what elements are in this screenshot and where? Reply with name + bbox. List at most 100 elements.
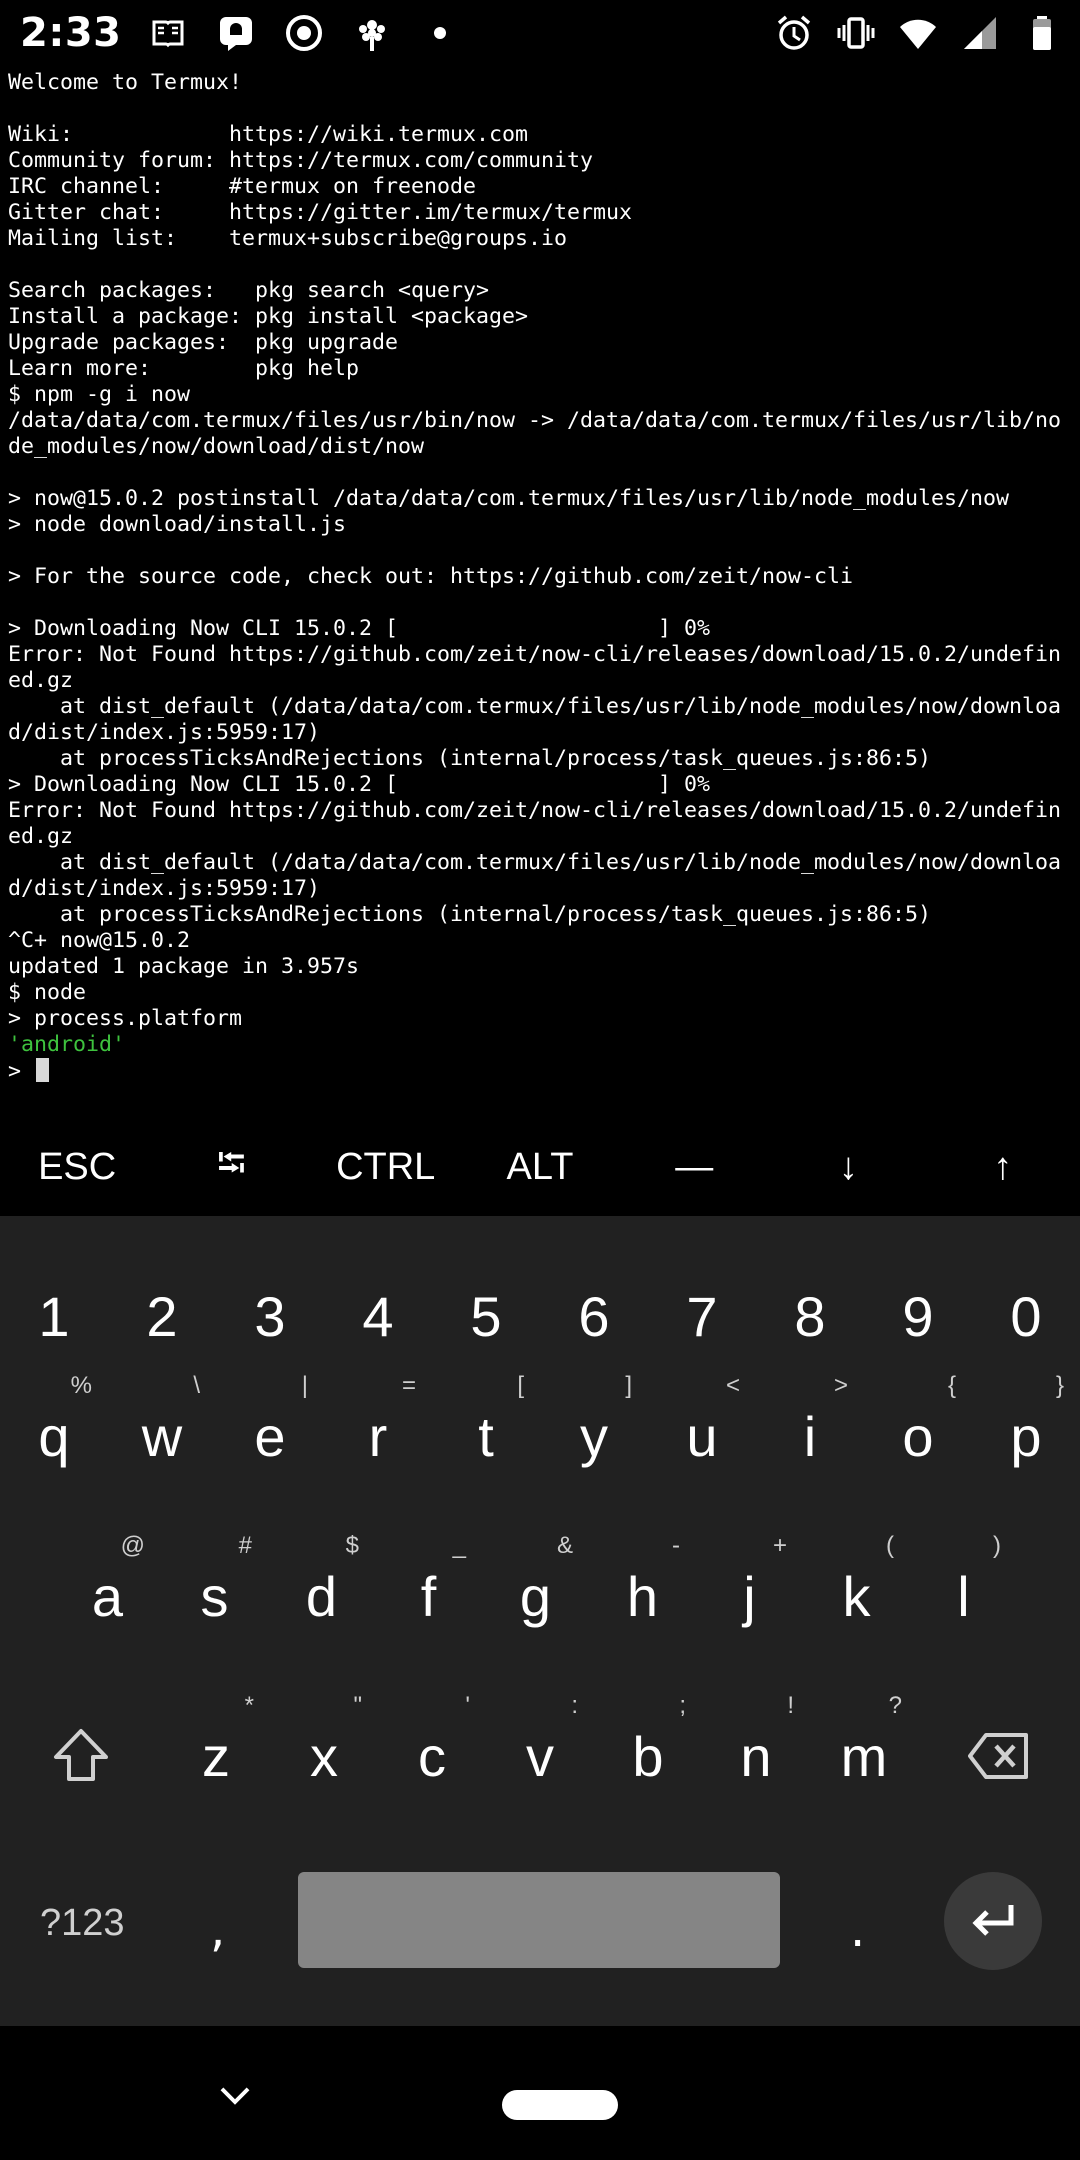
key-hint: ! (787, 1692, 794, 1719)
key-d[interactable]: $ d (268, 1526, 375, 1666)
status-time: 2:33 (20, 10, 122, 56)
key-c[interactable]: ' c (378, 1686, 486, 1826)
key-x[interactable]: " x (270, 1686, 378, 1826)
key-p[interactable]: } p (972, 1366, 1080, 1506)
number-row: 1 2 3 4 5 6 7 8 9 0 (0, 1256, 1080, 1376)
terminal-line: IRC channel: #termux on freenode (8, 174, 477, 199)
key-a[interactable]: @ a (54, 1526, 161, 1666)
terminal-line: at dist_default (/data/data/com.termux/f… (8, 694, 1062, 719)
down-arrow-key[interactable]: ↓ (771, 1146, 925, 1189)
alt-key[interactable]: ALT (463, 1146, 617, 1189)
terminal-line: $ npm -g i now (8, 382, 191, 407)
key-u[interactable]: < u (648, 1366, 756, 1506)
key-3[interactable]: 3 (216, 1256, 324, 1376)
key-label: 9 (902, 1284, 934, 1348)
key-hint: % (70, 1372, 92, 1399)
key-g[interactable]: & g (482, 1526, 589, 1666)
key-m[interactable]: ? m (810, 1686, 918, 1826)
key-n[interactable]: ! n (702, 1686, 810, 1826)
tree-icon (352, 13, 392, 53)
backspace-icon (968, 1733, 1028, 1779)
key-hint: { (947, 1372, 956, 1399)
key-label: f (420, 1564, 437, 1628)
key-hint: = (401, 1372, 416, 1399)
terminal-prompt-line: > (8, 1058, 1072, 1084)
key-e[interactable]: | e (216, 1366, 324, 1506)
key-i[interactable]: > i (756, 1366, 864, 1506)
key-v[interactable]: :v (486, 1686, 594, 1826)
key-1[interactable]: 1 (0, 1256, 108, 1376)
key-label: c (418, 1724, 446, 1788)
key-8[interactable]: 8 (756, 1256, 864, 1376)
key-o[interactable]: {o (864, 1366, 972, 1506)
key-l[interactable]: ) l (910, 1526, 1017, 1666)
key-q[interactable]: % q (0, 1366, 108, 1506)
esc-key[interactable]: ESC (0, 1146, 154, 1189)
tab-key[interactable]: ⭾ (154, 1135, 308, 1200)
key-t[interactable]: [t (432, 1366, 540, 1506)
alarm-icon (774, 13, 814, 53)
enter-key[interactable] (944, 1872, 1042, 1970)
key-j[interactable]: + j (696, 1526, 803, 1666)
key-5[interactable]: 5 (432, 1256, 540, 1376)
key-f[interactable]: _ f (375, 1526, 482, 1666)
terminal-line: Search packages: pkg search <query> (8, 278, 490, 303)
terminal-line: Install a package: pkg install <package> (8, 304, 529, 329)
terminal-output[interactable]: Welcome to Termux! Wiki: https://wiki.ter… (8, 70, 1072, 1095)
key-6[interactable]: 6 (540, 1256, 648, 1376)
key-r[interactable]: = r (324, 1366, 432, 1506)
comma-key[interactable]: , (210, 1902, 225, 1958)
key-label: e (254, 1404, 286, 1468)
key-s[interactable]: # s (161, 1526, 268, 1666)
terminal-line: > Downloading Now CLI 15.0.2 [ ] 0% (8, 616, 711, 641)
key-y[interactable]: ] y (540, 1366, 648, 1506)
dash-key[interactable]: — (617, 1146, 771, 1189)
key-label: 6 (578, 1284, 610, 1348)
key-hint: # (238, 1532, 252, 1559)
shift-key[interactable] (0, 1686, 162, 1826)
up-arrow-key[interactable]: ↑ (926, 1146, 1080, 1189)
terminal-line: at processTicksAndRejections (internal/p… (8, 746, 932, 771)
backspace-key[interactable] (918, 1686, 1080, 1826)
key-label: 1 (38, 1284, 70, 1348)
hide-keyboard-button[interactable] (212, 2072, 258, 2118)
terminal-line: Error: Not Found https://github.com/zeit… (8, 798, 1062, 823)
key-4[interactable]: 4 (324, 1256, 432, 1376)
system-icons (774, 13, 1062, 53)
navigation-bar (0, 2026, 1080, 2160)
key-label: b (632, 1724, 664, 1788)
terminal-line: at processTicksAndRejections (internal/p… (8, 902, 932, 927)
key-hint: - (672, 1532, 680, 1559)
key-z[interactable]: * z (162, 1686, 270, 1826)
home-pill-button[interactable] (502, 2090, 618, 2120)
key-label: 7 (686, 1284, 718, 1348)
symbols-key[interactable]: ?123 (40, 1902, 125, 1945)
key-2[interactable]: 2 (108, 1256, 216, 1376)
terminal-line: Upgrade packages: pkg upgrade (8, 330, 399, 355)
key-0[interactable]: 0 (972, 1256, 1080, 1376)
key-label: k (842, 1564, 871, 1628)
terminal-line: Learn more: pkg help (8, 356, 360, 381)
key-label: 4 (362, 1284, 394, 1348)
key-label: o (902, 1404, 934, 1468)
status-bar: 2:33 (0, 0, 1080, 66)
key-9[interactable]: 9 (864, 1256, 972, 1376)
key-h[interactable]: -h (589, 1526, 696, 1666)
key-b[interactable]: ; b (594, 1686, 702, 1826)
key-w[interactable]: \ w (108, 1366, 216, 1506)
key-hint: & (556, 1532, 573, 1559)
reader-icon (148, 13, 188, 53)
key-label: j (743, 1564, 756, 1628)
period-key[interactable]: . (850, 1902, 865, 1958)
ctrl-key[interactable]: CTRL (309, 1146, 463, 1189)
key-k[interactable]: (k (803, 1526, 910, 1666)
key-7[interactable]: 7 (648, 1256, 756, 1376)
terminal-line: > For the source code, check out: https:… (8, 564, 854, 589)
key-label: g (519, 1564, 552, 1628)
key-hint: } (1055, 1372, 1064, 1399)
terminal-line: > Downloading Now CLI 15.0.2 [ ] 0% (8, 772, 711, 797)
space-bar[interactable] (298, 1872, 780, 1968)
